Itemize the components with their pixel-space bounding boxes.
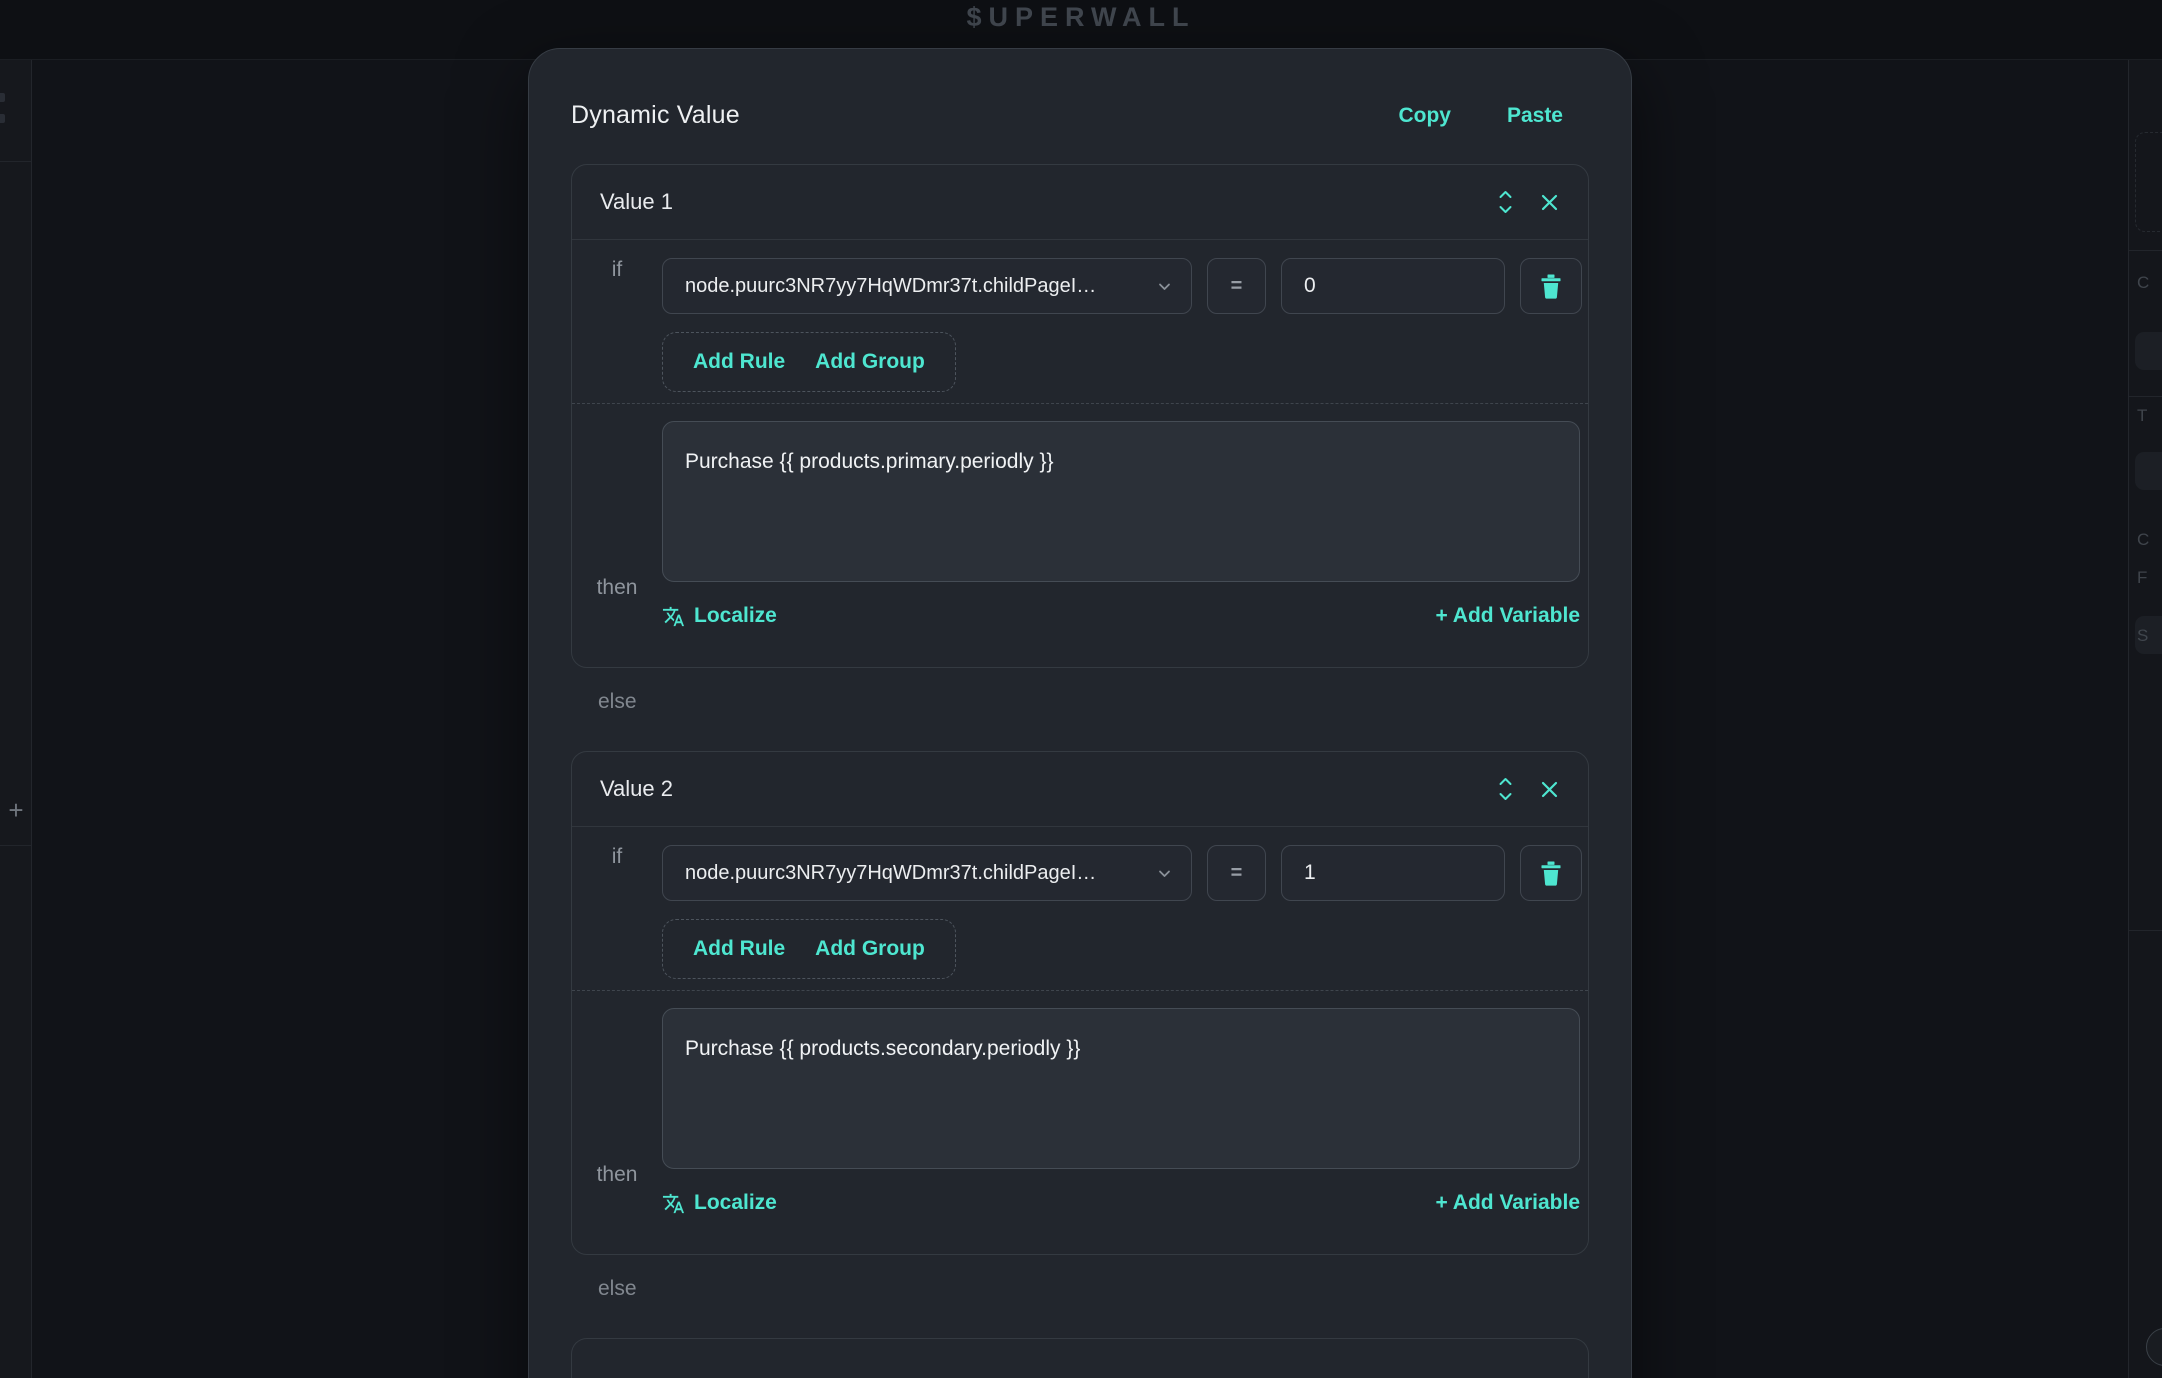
add-rule-button[interactable]: Add Rule [693,350,785,374]
close-icon [1539,192,1560,213]
add-rule-group-box: Add Rule Add Group [662,332,956,392]
if-gutter: if [572,258,662,392]
localize-label: Localize [694,604,777,628]
delete-rule-button[interactable] [1520,258,1582,314]
localize-button[interactable]: Localize [662,1191,777,1215]
value-card-body: if node.puurc3NR7yy7HqWDmr37t.childPageI… [572,827,1588,1254]
translate-icon [662,1192,685,1215]
then-row: then Purchase {{ products.primary.period… [572,404,1588,636]
right-panel-divider [2129,250,2162,251]
then-value-textarea[interactable]: Purchase {{ products.secondary.periodly … [662,1008,1580,1169]
if-content: node.puurc3NR7yy7HqWDmr37t.childPageI… = [662,845,1590,979]
if-content: node.puurc3NR7yy7HqWDmr37t.childPageI… = [662,258,1590,392]
plus-icon: + [8,795,23,826]
right-panel-fragment [2135,452,2162,490]
dynamic-value-modal: Dynamic Value Copy Paste Value 1 [528,48,1632,1378]
then-row: then Purchase {{ products.secondary.peri… [572,991,1588,1223]
add-group-button[interactable]: Add Group [815,350,925,374]
if-row: if node.puurc3NR7yy7HqWDmr37t.childPageI… [572,258,1588,392]
condition-field-select[interactable]: node.puurc3NR7yy7HqWDmr37t.childPageI… [662,845,1192,901]
left-toolbar-icon-fragment [0,114,5,123]
screen: $UPERWALL + C T C F S Dynamic Value Copy… [0,0,2162,1378]
modal-header-actions: Copy Paste [1398,104,1563,128]
then-content: Purchase {{ products.primary.periodly }}… [662,421,1588,636]
left-toolbar-icon-fragment [0,93,5,102]
then-gutter: then [572,1008,662,1223]
add-layer-button[interactable]: + [0,794,32,826]
if-label: if [612,845,623,979]
modal-title: Dynamic Value [571,101,740,130]
textarea-actions: Localize + Add Variable [662,596,1580,636]
add-group-button[interactable]: Add Group [815,937,925,961]
left-toolbar: + [0,60,32,1378]
then-value-textarea[interactable]: Purchase {{ products.primary.periodly }} [662,421,1580,582]
condition-field-value: node.puurc3NR7yy7HqWDmr37t.childPageI… [685,275,1096,298]
value-title: Value 1 [600,189,673,215]
then-gutter: then [572,421,662,636]
localize-button[interactable]: Localize [662,604,777,628]
right-panel-fragment: S [2137,626,2148,646]
right-panel-fragment: C [2137,273,2149,293]
delete-rule-button[interactable] [1520,845,1582,901]
operator-button[interactable]: = [1207,845,1266,901]
if-row: if node.puurc3NR7yy7HqWDmr37t.childPageI… [572,845,1588,979]
then-content: Purchase {{ products.secondary.periodly … [662,1008,1588,1223]
add-rule-button[interactable]: Add Rule [693,937,785,961]
paste-button[interactable]: Paste [1507,104,1563,128]
value-card-3-partial [571,1338,1589,1378]
condition-line: node.puurc3NR7yy7HqWDmr37t.childPageI… = [662,258,1582,314]
right-panel-fragment [2135,332,2162,370]
value-card-2: Value 2 [571,751,1589,1255]
chevron-down-icon [1156,865,1173,882]
right-panel-fragment: C [2137,530,2149,550]
add-variable-button[interactable]: + Add Variable [1435,604,1580,628]
if-label: if [612,258,623,392]
localize-label: Localize [694,1191,777,1215]
chevron-down-icon [1156,278,1173,295]
remove-value-button[interactable] [1539,779,1560,800]
else-label: else [598,690,1589,716]
value-card-header: Value 1 [572,165,1588,240]
superwall-logo: $UPERWALL [0,0,2162,34]
add-variable-button[interactable]: + Add Variable [1435,1191,1580,1215]
translate-icon [662,605,685,628]
right-panel-fragment [2135,132,2162,232]
remove-value-button[interactable] [1539,192,1560,213]
left-toolbar-divider [0,845,31,846]
add-rule-group-box: Add Rule Add Group [662,919,956,979]
card-header-icons [1496,775,1560,803]
copy-button[interactable]: Copy [1398,104,1451,128]
close-icon [1539,779,1560,800]
value-card-body: if node.puurc3NR7yy7HqWDmr37t.childPageI… [572,240,1588,667]
condition-line: node.puurc3NR7yy7HqWDmr37t.childPageI… = [662,845,1582,901]
condition-value-input[interactable] [1281,258,1505,314]
textarea-actions: Localize + Add Variable [662,1183,1580,1223]
reorder-handle[interactable] [1496,188,1515,216]
right-panel-divider [2129,396,2162,397]
modal-header: Dynamic Value Copy Paste [571,101,1589,130]
right-panel-fragment: T [2137,406,2147,426]
if-gutter: if [572,845,662,979]
right-panel-fragment: F [2137,568,2147,588]
else-label: else [598,1277,1589,1303]
right-panel-divider [2129,930,2162,931]
trash-icon [1539,273,1563,299]
then-label: then [597,576,638,600]
right-panel-sliver: C T C F S [2128,60,2162,1378]
reorder-handle[interactable] [1496,775,1515,803]
operator-button[interactable]: = [1207,258,1266,314]
left-toolbar-divider [0,161,31,162]
condition-field-value: node.puurc3NR7yy7HqWDmr37t.childPageI… [685,862,1096,885]
value-card-header: Value 2 [572,752,1588,827]
chevron-up-down-icon [1496,188,1515,216]
card-header-icons [1496,188,1560,216]
condition-value-input[interactable] [1281,845,1505,901]
then-label: then [597,1163,638,1187]
chevron-up-down-icon [1496,775,1515,803]
condition-field-select[interactable]: node.puurc3NR7yy7HqWDmr37t.childPageI… [662,258,1192,314]
value-card-1: Value 1 [571,164,1589,668]
value-title: Value 2 [600,776,673,802]
trash-icon [1539,860,1563,886]
